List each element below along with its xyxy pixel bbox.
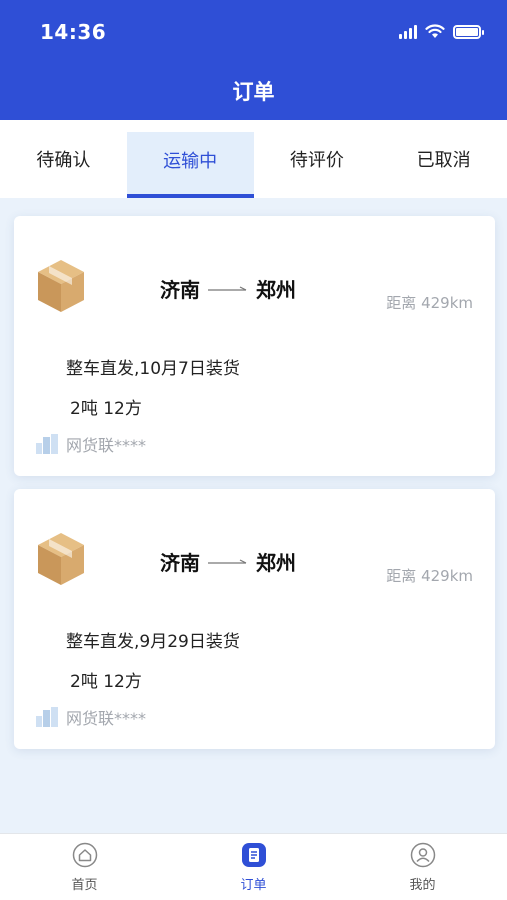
shipping-detail: 整车直发,9月29日装货 xyxy=(66,632,240,652)
wifi-icon xyxy=(425,24,445,38)
company: 网货联**** xyxy=(34,705,146,729)
route: 济南 郑州 xyxy=(160,274,296,303)
profile-icon xyxy=(410,842,435,868)
order-card[interactable]: 济南 郑州 距离 429km 整车直发,10月7日装货 2吨 12方 网货联**… xyxy=(14,216,495,476)
distance: 距离 429km xyxy=(386,567,473,585)
battery-icon xyxy=(453,24,484,39)
distance: 距离 429km xyxy=(386,294,473,312)
destination-city: 郑州 xyxy=(256,278,296,302)
tab-in-transit[interactable]: 运输中 xyxy=(126,132,254,198)
shipping-detail: 整车直发,10月7日装货 xyxy=(66,359,240,379)
nav-profile-label: 我的 xyxy=(409,878,436,893)
tab-pending-review[interactable]: 待评价 xyxy=(254,120,381,198)
top-header: 14:36 订单 xyxy=(0,0,507,120)
nav-orders[interactable]: 订单 xyxy=(169,834,338,900)
order-tabs: 待确认 运输中 待评价 已取消 xyxy=(0,120,507,198)
page-title: 订单 xyxy=(232,80,275,104)
destination-city: 郑州 xyxy=(256,551,296,575)
company: 网货联**** xyxy=(34,432,146,456)
route-arrow-icon xyxy=(208,558,247,564)
status-time: 14:36 xyxy=(40,20,107,44)
company-name: 网货联**** xyxy=(66,436,147,455)
signal-icon xyxy=(399,24,417,39)
tab-cancelled[interactable]: 已取消 xyxy=(380,120,507,198)
nav-home-label: 首页 xyxy=(71,878,98,893)
bottom-nav: 首页 订单 我的 xyxy=(0,833,507,900)
tab-pending-confirm[interactable]: 待确认 xyxy=(0,120,127,198)
home-icon xyxy=(72,842,97,868)
nav-orders-label: 订单 xyxy=(240,878,267,893)
route: 济南 郑州 xyxy=(160,547,296,576)
origin-city: 济南 xyxy=(160,278,200,302)
nav-profile[interactable]: 我的 xyxy=(338,834,507,900)
origin-city: 济南 xyxy=(160,551,200,575)
company-name: 网货联**** xyxy=(66,709,147,728)
cargo-load: 2吨 12方 xyxy=(70,672,142,692)
package-box-icon xyxy=(38,533,84,585)
order-icon xyxy=(241,843,266,867)
route-arrow-icon xyxy=(208,285,247,291)
order-card[interactable]: 济南 郑州 距离 429km 整车直发,9月29日装货 2吨 12方 网货联**… xyxy=(14,489,495,749)
nav-home[interactable]: 首页 xyxy=(0,834,169,900)
cargo-load: 2吨 12方 xyxy=(70,399,142,419)
status-icons xyxy=(399,24,484,39)
building-icon xyxy=(36,434,58,454)
status-bar: 14:36 xyxy=(0,0,507,64)
package-box-icon xyxy=(38,260,84,312)
building-icon xyxy=(36,707,58,727)
